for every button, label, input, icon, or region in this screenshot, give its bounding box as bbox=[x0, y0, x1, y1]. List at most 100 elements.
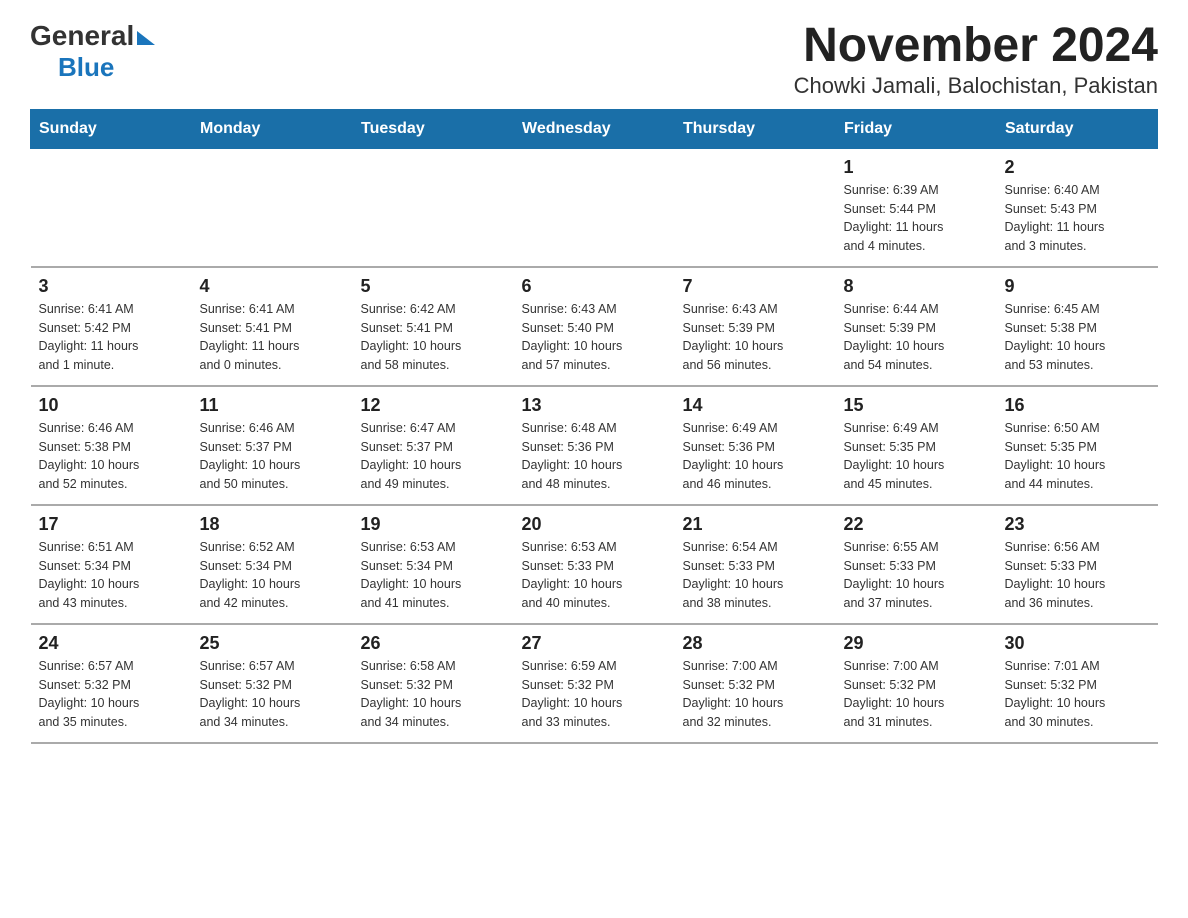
day-number: 19 bbox=[361, 514, 506, 535]
calendar-cell: 24 Sunrise: 6:57 AMSunset: 5:32 PMDayligh… bbox=[31, 624, 192, 743]
day-info: Sunrise: 6:41 AMSunset: 5:42 PMDaylight:… bbox=[39, 300, 184, 375]
day-info: Sunrise: 6:42 AMSunset: 5:41 PMDaylight:… bbox=[361, 300, 506, 375]
header-wednesday: Wednesday bbox=[514, 109, 675, 148]
calendar-week-row: 10 Sunrise: 6:46 AMSunset: 5:38 PMDayligh… bbox=[31, 386, 1158, 505]
day-info: Sunrise: 6:43 AMSunset: 5:40 PMDaylight:… bbox=[522, 300, 667, 375]
calendar-cell: 5 Sunrise: 6:42 AMSunset: 5:41 PMDaylight… bbox=[353, 267, 514, 386]
logo-arrow-icon bbox=[137, 31, 155, 45]
calendar-cell: 20Sunrise: 6:53 AMSunset: 5:33 PMDayligh… bbox=[514, 505, 675, 624]
calendar-cell: 16 Sunrise: 6:50 AMSunset: 5:35 PMDayligh… bbox=[997, 386, 1158, 505]
day-info: Sunrise: 6:58 AMSunset: 5:32 PMDaylight:… bbox=[361, 657, 506, 732]
calendar-cell: 4 Sunrise: 6:41 AMSunset: 5:41 PMDaylight… bbox=[192, 267, 353, 386]
day-number: 25 bbox=[200, 633, 345, 654]
day-number: 29 bbox=[844, 633, 989, 654]
day-info: Sunrise: 6:43 AMSunset: 5:39 PMDaylight:… bbox=[683, 300, 828, 375]
day-info: Sunrise: 6:50 AMSunset: 5:35 PMDaylight:… bbox=[1005, 419, 1150, 494]
day-info: Sunrise: 6:59 AMSunset: 5:32 PMDaylight:… bbox=[522, 657, 667, 732]
calendar-cell bbox=[353, 148, 514, 267]
day-info: Sunrise: 6:53 AMSunset: 5:34 PMDaylight:… bbox=[361, 538, 506, 613]
day-number: 28 bbox=[683, 633, 828, 654]
day-number: 6 bbox=[522, 276, 667, 297]
logo-general-text: General bbox=[30, 20, 134, 52]
day-number: 12 bbox=[361, 395, 506, 416]
calendar-cell: 2 Sunrise: 6:40 AMSunset: 5:43 PMDaylight… bbox=[997, 148, 1158, 267]
calendar-cell: 18 Sunrise: 6:52 AMSunset: 5:34 PMDayligh… bbox=[192, 505, 353, 624]
day-info: Sunrise: 6:53 AMSunset: 5:33 PMDaylight:… bbox=[522, 538, 667, 613]
logo: General Blue bbox=[30, 20, 155, 83]
day-number: 7 bbox=[683, 276, 828, 297]
day-number: 15 bbox=[844, 395, 989, 416]
day-info: Sunrise: 6:48 AMSunset: 5:36 PMDaylight:… bbox=[522, 419, 667, 494]
day-info: Sunrise: 6:57 AMSunset: 5:32 PMDaylight:… bbox=[39, 657, 184, 732]
day-number: 11 bbox=[200, 395, 345, 416]
header-saturday: Saturday bbox=[997, 109, 1158, 148]
day-number: 21 bbox=[683, 514, 828, 535]
day-info: Sunrise: 6:39 AMSunset: 5:44 PMDaylight:… bbox=[844, 181, 989, 256]
calendar-cell: 19 Sunrise: 6:53 AMSunset: 5:34 PMDayligh… bbox=[353, 505, 514, 624]
day-number: 2 bbox=[1005, 157, 1150, 178]
header-monday: Monday bbox=[192, 109, 353, 148]
header-tuesday: Tuesday bbox=[353, 109, 514, 148]
day-info: Sunrise: 6:44 AMSunset: 5:39 PMDaylight:… bbox=[844, 300, 989, 375]
calendar-table: Sunday Monday Tuesday Wednesday Thursday… bbox=[30, 109, 1158, 744]
day-number: 18 bbox=[200, 514, 345, 535]
header-thursday: Thursday bbox=[675, 109, 836, 148]
day-number: 5 bbox=[361, 276, 506, 297]
day-number: 1 bbox=[844, 157, 989, 178]
calendar-week-row: 3 Sunrise: 6:41 AMSunset: 5:42 PMDaylight… bbox=[31, 267, 1158, 386]
day-number: 30 bbox=[1005, 633, 1150, 654]
day-number: 13 bbox=[522, 395, 667, 416]
calendar-cell: 10 Sunrise: 6:46 AMSunset: 5:38 PMDayligh… bbox=[31, 386, 192, 505]
day-info: Sunrise: 6:52 AMSunset: 5:34 PMDaylight:… bbox=[200, 538, 345, 613]
day-number: 4 bbox=[200, 276, 345, 297]
calendar-cell: 3 Sunrise: 6:41 AMSunset: 5:42 PMDaylight… bbox=[31, 267, 192, 386]
calendar-cell: 9 Sunrise: 6:45 AMSunset: 5:38 PMDaylight… bbox=[997, 267, 1158, 386]
day-number: 8 bbox=[844, 276, 989, 297]
day-info: Sunrise: 6:56 AMSunset: 5:33 PMDaylight:… bbox=[1005, 538, 1150, 613]
calendar-cell bbox=[675, 148, 836, 267]
calendar-cell: 25 Sunrise: 6:57 AMSunset: 5:32 PMDayligh… bbox=[192, 624, 353, 743]
day-number: 9 bbox=[1005, 276, 1150, 297]
calendar-cell: 1 Sunrise: 6:39 AMSunset: 5:44 PMDaylight… bbox=[836, 148, 997, 267]
day-info: Sunrise: 6:54 AMSunset: 5:33 PMDaylight:… bbox=[683, 538, 828, 613]
day-info: Sunrise: 6:47 AMSunset: 5:37 PMDaylight:… bbox=[361, 419, 506, 494]
day-info: Sunrise: 6:46 AMSunset: 5:37 PMDaylight:… bbox=[200, 419, 345, 494]
day-number: 24 bbox=[39, 633, 184, 654]
day-number: 16 bbox=[1005, 395, 1150, 416]
calendar-cell: 29Sunrise: 7:00 AMSunset: 5:32 PMDayligh… bbox=[836, 624, 997, 743]
day-info: Sunrise: 7:00 AMSunset: 5:32 PMDaylight:… bbox=[683, 657, 828, 732]
day-info: Sunrise: 6:46 AMSunset: 5:38 PMDaylight:… bbox=[39, 419, 184, 494]
day-info: Sunrise: 6:55 AMSunset: 5:33 PMDaylight:… bbox=[844, 538, 989, 613]
calendar-week-row: 1 Sunrise: 6:39 AMSunset: 5:44 PMDaylight… bbox=[31, 148, 1158, 267]
day-number: 3 bbox=[39, 276, 184, 297]
day-info: Sunrise: 6:40 AMSunset: 5:43 PMDaylight:… bbox=[1005, 181, 1150, 256]
calendar-cell: 14Sunrise: 6:49 AMSunset: 5:36 PMDayligh… bbox=[675, 386, 836, 505]
calendar-cell: 13 Sunrise: 6:48 AMSunset: 5:36 PMDayligh… bbox=[514, 386, 675, 505]
calendar-title: November 2024 bbox=[794, 20, 1158, 73]
day-info: Sunrise: 6:41 AMSunset: 5:41 PMDaylight:… bbox=[200, 300, 345, 375]
header-friday: Friday bbox=[836, 109, 997, 148]
logo-blue-text: Blue bbox=[58, 52, 114, 82]
day-info: Sunrise: 6:57 AMSunset: 5:32 PMDaylight:… bbox=[200, 657, 345, 732]
calendar-subtitle: Chowki Jamali, Balochistan, Pakistan bbox=[794, 73, 1158, 99]
day-info: Sunrise: 6:45 AMSunset: 5:38 PMDaylight:… bbox=[1005, 300, 1150, 375]
calendar-week-row: 24 Sunrise: 6:57 AMSunset: 5:32 PMDayligh… bbox=[31, 624, 1158, 743]
calendar-cell: 15Sunrise: 6:49 AMSunset: 5:35 PMDayligh… bbox=[836, 386, 997, 505]
day-info: Sunrise: 6:51 AMSunset: 5:34 PMDaylight:… bbox=[39, 538, 184, 613]
day-number: 10 bbox=[39, 395, 184, 416]
day-number: 22 bbox=[844, 514, 989, 535]
calendar-cell: 26Sunrise: 6:58 AMSunset: 5:32 PMDayligh… bbox=[353, 624, 514, 743]
day-number: 17 bbox=[39, 514, 184, 535]
calendar-cell: 8 Sunrise: 6:44 AMSunset: 5:39 PMDaylight… bbox=[836, 267, 997, 386]
calendar-cell: 30Sunrise: 7:01 AMSunset: 5:32 PMDayligh… bbox=[997, 624, 1158, 743]
calendar-cell: 7 Sunrise: 6:43 AMSunset: 5:39 PMDaylight… bbox=[675, 267, 836, 386]
calendar-cell: 22 Sunrise: 6:55 AMSunset: 5:33 PMDayligh… bbox=[836, 505, 997, 624]
title-block: November 2024 Chowki Jamali, Balochistan… bbox=[794, 20, 1158, 99]
day-number: 27 bbox=[522, 633, 667, 654]
day-number: 14 bbox=[683, 395, 828, 416]
calendar-cell: 28 Sunrise: 7:00 AMSunset: 5:32 PMDayligh… bbox=[675, 624, 836, 743]
calendar-cell: 21 Sunrise: 6:54 AMSunset: 5:33 PMDayligh… bbox=[675, 505, 836, 624]
calendar-header-row: Sunday Monday Tuesday Wednesday Thursday… bbox=[31, 109, 1158, 148]
calendar-week-row: 17 Sunrise: 6:51 AMSunset: 5:34 PMDayligh… bbox=[31, 505, 1158, 624]
calendar-cell: 12 Sunrise: 6:47 AMSunset: 5:37 PMDayligh… bbox=[353, 386, 514, 505]
